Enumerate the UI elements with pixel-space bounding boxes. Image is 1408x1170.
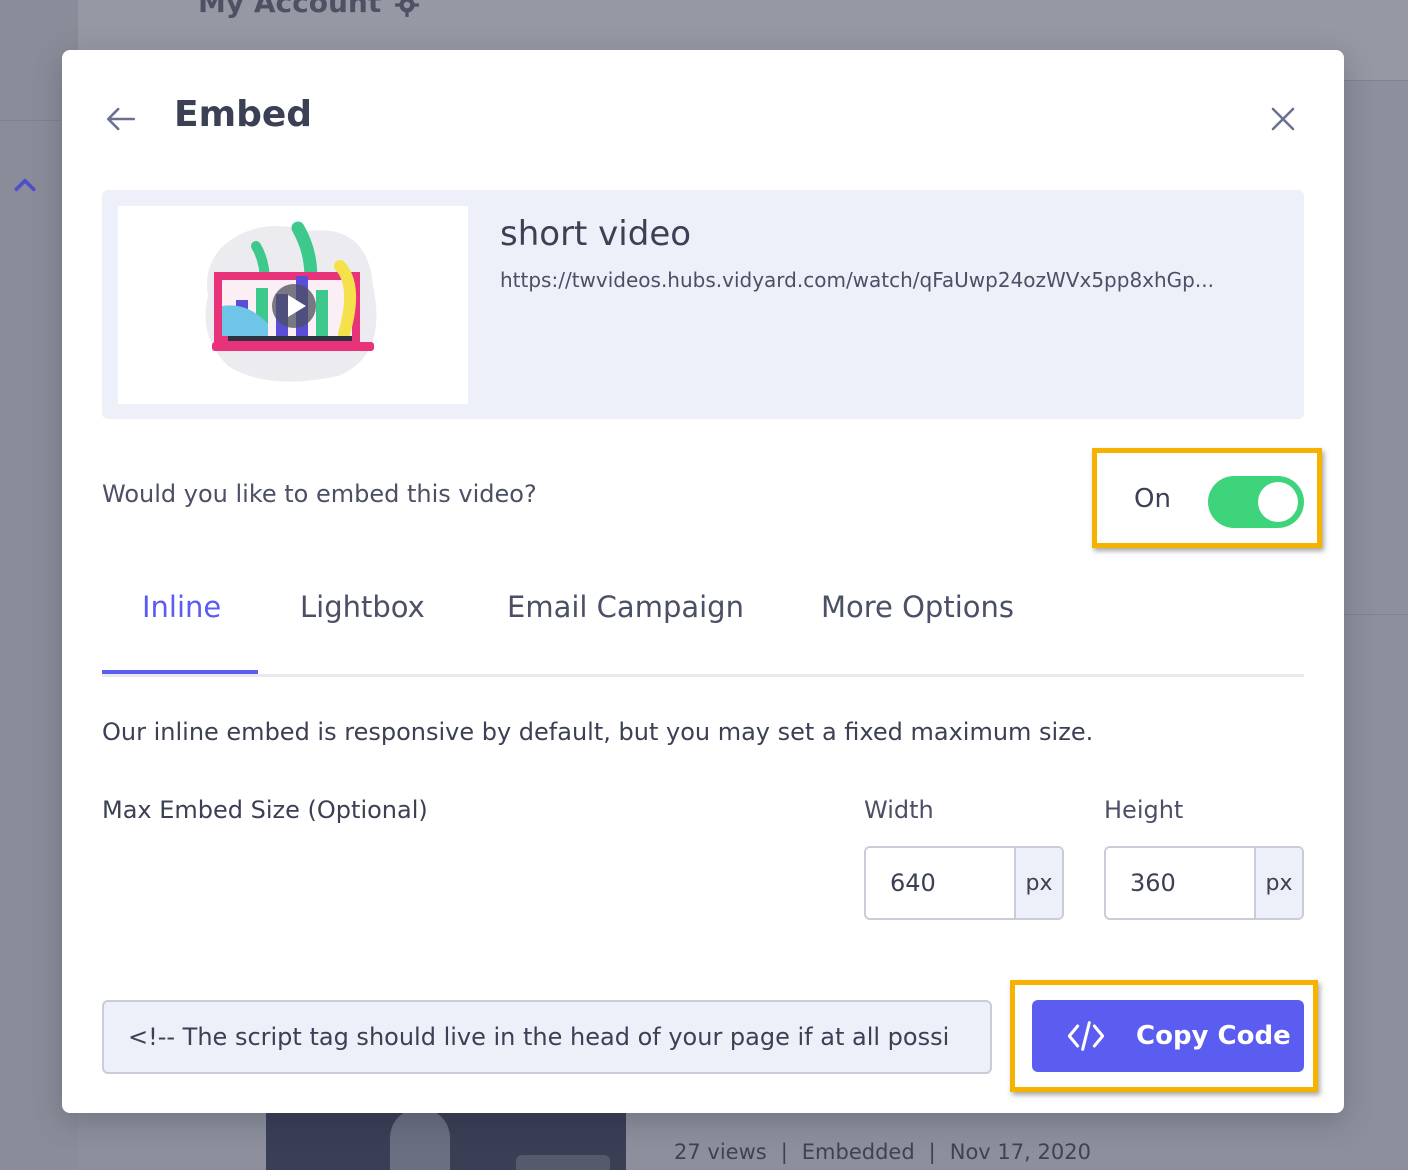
- height-input[interactable]: [1106, 848, 1254, 918]
- max-size-label: Max Embed Size (Optional): [102, 796, 428, 824]
- height-label: Height: [1104, 796, 1184, 824]
- height-unit: px: [1254, 848, 1302, 918]
- video-card: short video https://twvideos.hubs.vidyar…: [102, 190, 1304, 419]
- tab-more-options[interactable]: More Options: [821, 590, 1014, 624]
- background-thumbnail-figure: [390, 1108, 450, 1170]
- width-field: px: [864, 846, 1064, 920]
- chevron-up-icon: [14, 178, 36, 192]
- embed-toggle[interactable]: [1208, 476, 1304, 528]
- embed-question-label: Would you like to embed this video?: [102, 480, 537, 508]
- active-tab-indicator: [102, 670, 258, 674]
- embed-toggle-label: On: [1134, 484, 1171, 514]
- background-video-meta: 27 views | Embedded | Nov 17, 2020: [674, 1140, 1091, 1164]
- tab-inline[interactable]: Inline: [142, 590, 221, 624]
- meta-separator: |: [928, 1140, 936, 1164]
- video-thumbnail[interactable]: [118, 206, 468, 404]
- embed-code-field[interactable]: <!-- The script tag should live in the h…: [102, 1000, 992, 1074]
- embed-type-tabs: Inline Lightbox Email Campaign More Opti…: [102, 570, 1304, 677]
- copy-code-label: Copy Code: [1136, 1021, 1291, 1051]
- laptop-chart-illustration: [205, 221, 377, 382]
- meta-separator: |: [780, 1140, 788, 1164]
- width-unit: px: [1014, 848, 1062, 918]
- code-icon: [1067, 1021, 1105, 1051]
- arrow-left-icon[interactable]: [104, 102, 138, 136]
- gear-icon: [395, 0, 419, 17]
- copy-code-button[interactable]: Copy Code: [1032, 1000, 1304, 1072]
- embed-status: Embedded: [801, 1140, 915, 1164]
- close-icon[interactable]: [1268, 104, 1298, 134]
- width-label: Width: [864, 796, 934, 824]
- background-thumbnail-badge: [516, 1155, 610, 1170]
- my-account-link: My Account: [198, 0, 382, 19]
- embed-toggle-knob: [1258, 482, 1298, 522]
- embed-modal: Embed short video https://twvideos.hubs.…: [62, 50, 1344, 1113]
- modal-title: Embed: [174, 94, 313, 135]
- inline-description: Our inline embed is responsive by defaul…: [102, 718, 1094, 746]
- background-right-panel: [1344, 80, 1408, 615]
- tab-email-campaign[interactable]: Email Campaign: [507, 590, 744, 624]
- height-field: px: [1104, 846, 1304, 920]
- video-url[interactable]: https://twvideos.hubs.vidyard.com/watch/…: [500, 268, 1286, 292]
- views-count: 27 views: [674, 1140, 767, 1164]
- tab-lightbox[interactable]: Lightbox: [300, 590, 425, 624]
- video-date: Nov 17, 2020: [949, 1140, 1091, 1164]
- width-input[interactable]: [866, 848, 1014, 918]
- video-title: short video: [500, 214, 692, 254]
